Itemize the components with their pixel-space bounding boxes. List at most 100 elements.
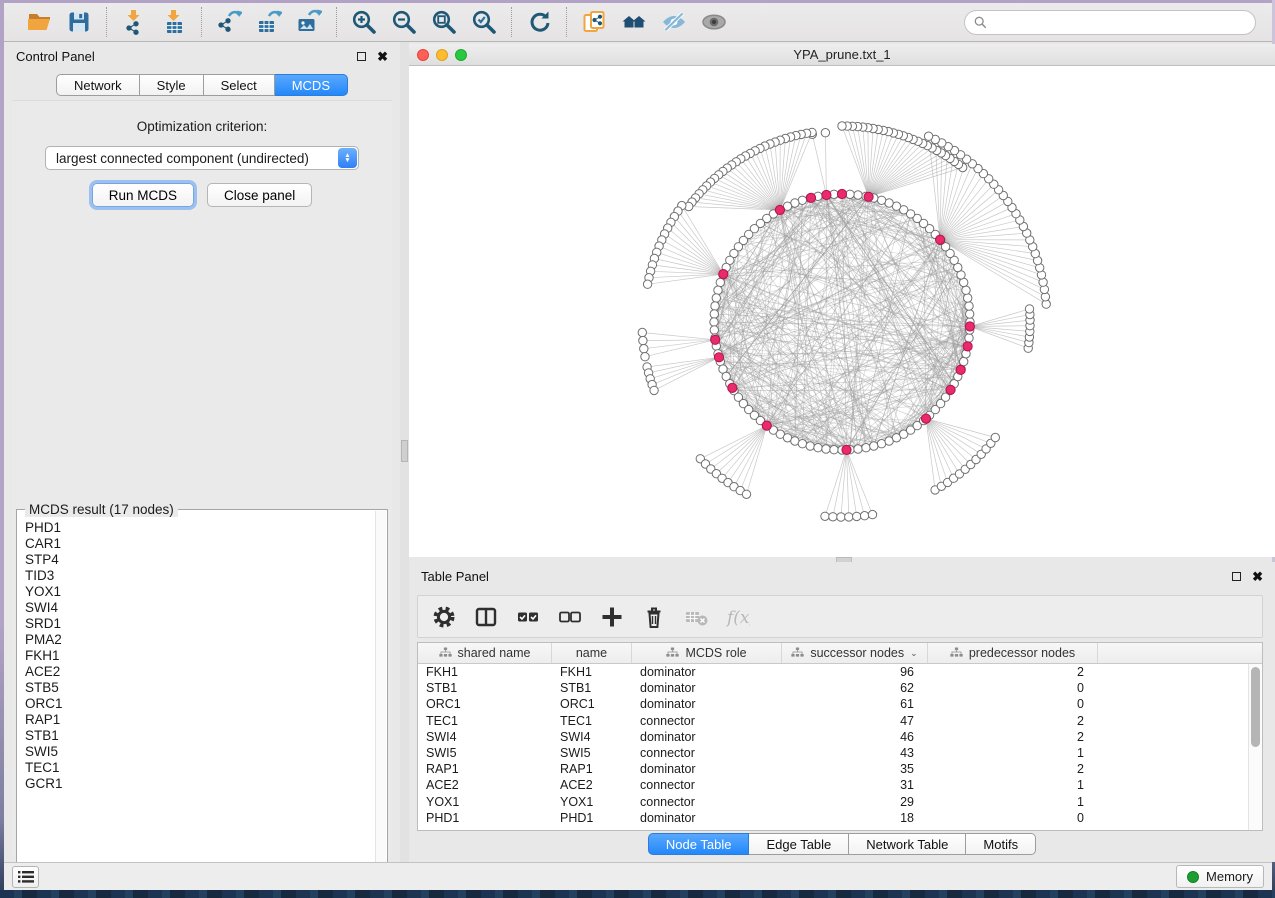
function-icon: f(x) — [726, 605, 750, 629]
table-row[interactable]: PHD1PHD1dominator180 — [418, 810, 1248, 826]
toolbar-button-zoom-selected[interactable] — [467, 6, 501, 38]
close-table-panel-icon[interactable]: ✖ — [1252, 570, 1263, 583]
toolbar-button-save-session[interactable] — [62, 6, 96, 38]
mcds-node-item[interactable]: YOX1 — [19, 584, 375, 600]
column-header-successor-nodes[interactable]: successor nodes⌄ — [782, 643, 928, 663]
toolbar-button-first-neighbors[interactable] — [617, 6, 651, 38]
table-tab-edge-table[interactable]: Edge Table — [749, 833, 849, 855]
table-row[interactable]: TEC1TEC1connector472 — [418, 713, 1248, 729]
open-file-icon — [26, 9, 52, 35]
tab-mcds[interactable]: MCDS — [275, 74, 348, 96]
mcds-node-item[interactable]: TEC1 — [19, 760, 375, 776]
table-row[interactable]: ACE2ACE2connector311 — [418, 777, 1248, 793]
mcds-node-item[interactable]: TID3 — [19, 568, 375, 584]
mcds-node-item[interactable]: GCR1 — [19, 776, 375, 792]
toolbar-button-hide-selected[interactable] — [657, 6, 691, 38]
column-header-name[interactable]: name — [552, 643, 632, 663]
run-mcds-button[interactable]: Run MCDS — [92, 183, 194, 207]
network-window-titlebar: YPA_prune.txt_1 — [409, 44, 1275, 66]
table-row[interactable]: FKH1FKH1dominator962 — [418, 664, 1248, 680]
network-view-window: YPA_prune.txt_1 — [409, 44, 1275, 557]
deselect-all-icon — [558, 605, 582, 629]
tab-network[interactable]: Network — [56, 74, 140, 96]
column-header-predecessor-nodes[interactable]: predecessor nodes — [928, 643, 1098, 663]
optimization-criterion-select[interactable]: largest connected component (undirected)… — [45, 146, 359, 170]
tab-style[interactable]: Style — [140, 74, 204, 96]
vertical-splitter-handle[interactable] — [401, 440, 408, 462]
split-view-icon — [474, 605, 498, 629]
toolbar-button-open-file[interactable] — [22, 6, 56, 38]
toolbar-button-zoom-in[interactable] — [347, 6, 381, 38]
export-image-icon — [296, 9, 322, 35]
float-panel-icon[interactable] — [357, 52, 366, 61]
tab-select[interactable]: Select — [204, 74, 275, 96]
table-tab-network-table[interactable]: Network Table — [849, 833, 966, 855]
mcds-node-item[interactable]: PMA2 — [19, 632, 375, 648]
table-row[interactable]: ORC1ORC1dominator610 — [418, 696, 1248, 712]
mcds-node-item[interactable]: STB1 — [19, 728, 375, 744]
mcds-list-scrollbar[interactable] — [375, 511, 386, 881]
toolbar-button-export-image[interactable] — [292, 6, 326, 38]
cell-shared-name: ACE2 — [418, 777, 552, 793]
deselect-all-button[interactable] — [556, 603, 584, 631]
close-panel-icon[interactable]: ✖ — [377, 50, 388, 63]
table-scrollbar[interactable] — [1248, 664, 1262, 830]
mcds-node-item[interactable]: SWI5 — [19, 744, 375, 760]
toolbar-button-zoom-out[interactable] — [387, 6, 421, 38]
memory-button[interactable]: Memory — [1176, 865, 1264, 888]
task-history-button[interactable] — [12, 866, 39, 888]
table-tab-motifs[interactable]: Motifs — [966, 833, 1036, 855]
split-view-button[interactable] — [472, 603, 500, 631]
toolbar-button-zoom-fit[interactable] — [427, 6, 461, 38]
shared-column-icon — [791, 647, 804, 659]
cell-name: SWI5 — [552, 745, 632, 761]
add-button[interactable] — [598, 603, 626, 631]
column-header-shared-name[interactable]: shared name — [418, 643, 552, 663]
toolbar-button-refresh[interactable] — [522, 6, 556, 38]
toolbar-button-import-table[interactable] — [157, 6, 191, 38]
gear-button[interactable] — [430, 603, 458, 631]
table-row[interactable]: RAP1RAP1dominator352 — [418, 761, 1248, 777]
select-all-button[interactable] — [514, 603, 542, 631]
mcds-node-item[interactable]: SWI4 — [19, 600, 375, 616]
search-box[interactable] — [964, 10, 1256, 35]
cell-shared-name: PHD1 — [418, 810, 552, 826]
table-scrollbar-thumb[interactable] — [1251, 667, 1260, 747]
network-canvas[interactable] — [409, 66, 1275, 557]
mcds-node-item[interactable]: PHD1 — [19, 520, 375, 536]
toolbar-button-clone-network[interactable] — [577, 6, 611, 38]
toolbar-button-export-network[interactable] — [212, 6, 246, 38]
network-graph[interactable] — [409, 66, 1275, 557]
cell-shared-name: YOX1 — [418, 794, 552, 810]
table-tab-node-table[interactable]: Node Table — [648, 833, 750, 855]
column-header-mcds-role[interactable]: MCDS role — [632, 643, 782, 663]
cell-successor-nodes: 96 — [782, 664, 928, 680]
float-table-panel-icon[interactable] — [1232, 572, 1241, 581]
cell-name: TEC1 — [552, 713, 632, 729]
mcds-node-item[interactable]: ORC1 — [19, 696, 375, 712]
mcds-node-item[interactable]: FKH1 — [19, 648, 375, 664]
mcds-node-item[interactable]: STB5 — [19, 680, 375, 696]
table-row[interactable]: YOX1YOX1connector291 — [418, 794, 1248, 810]
table-row[interactable]: STB1STB1dominator620 — [418, 680, 1248, 696]
cell-mcds-role: connector — [632, 794, 782, 810]
delete-button[interactable] — [640, 603, 668, 631]
cell-shared-name: SWI4 — [418, 729, 552, 745]
mcds-result-box: MCDS result (17 nodes) PHD1CAR1STP4TID3Y… — [16, 509, 388, 881]
toolbar-button-export-table[interactable] — [252, 6, 286, 38]
table-row[interactable]: SWI4SWI4dominator462 — [418, 729, 1248, 745]
memory-label: Memory — [1206, 869, 1253, 884]
vertical-splitter[interactable] — [400, 42, 409, 862]
toolbar-button-show-all[interactable] — [697, 6, 731, 38]
close-panel-button[interactable]: Close panel — [207, 183, 312, 207]
cell-shared-name: TEC1 — [418, 713, 552, 729]
mcds-node-item[interactable]: RAP1 — [19, 712, 375, 728]
toolbar-button-import-network[interactable] — [117, 6, 151, 38]
mcds-node-item[interactable]: STP4 — [19, 552, 375, 568]
mcds-node-item[interactable]: CAR1 — [19, 536, 375, 552]
search-input[interactable] — [993, 15, 1246, 30]
mcds-node-item[interactable]: SRD1 — [19, 616, 375, 632]
table-row[interactable]: SWI5SWI5connector431 — [418, 745, 1248, 761]
mcds-node-item[interactable]: ACE2 — [19, 664, 375, 680]
zoom-fit-icon — [431, 9, 457, 35]
